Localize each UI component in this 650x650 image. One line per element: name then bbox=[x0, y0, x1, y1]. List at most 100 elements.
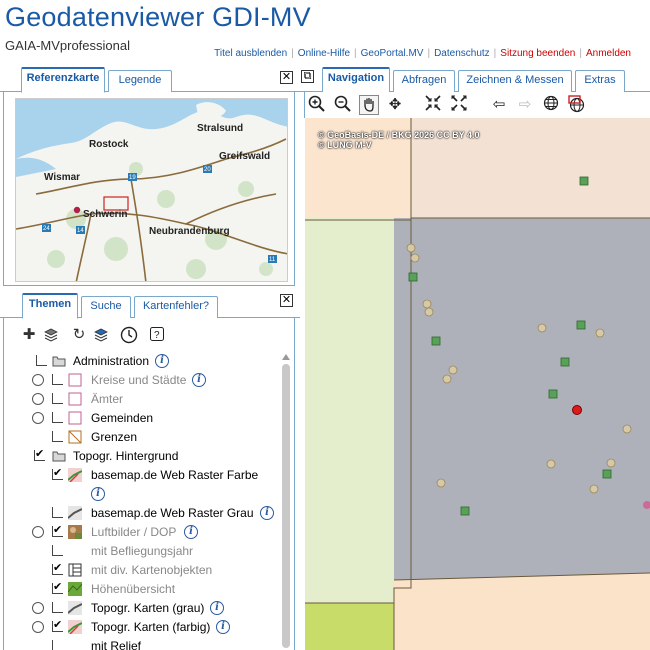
folder-icon[interactable] bbox=[52, 354, 66, 368]
help-icon[interactable]: ? bbox=[148, 326, 166, 344]
refresh-icon[interactable]: ↻ bbox=[70, 326, 88, 344]
layer-label[interactable]: Topogr. Karten (grau) bbox=[91, 599, 204, 617]
layer-label[interactable]: Grenzen bbox=[91, 428, 137, 446]
link-hide-title[interactable]: Titel ausblenden bbox=[214, 48, 287, 59]
map-objects-icon bbox=[68, 563, 82, 577]
pan-hand-icon[interactable] bbox=[359, 95, 379, 115]
folder-icon[interactable] bbox=[52, 449, 66, 463]
globe-frame-icon[interactable] bbox=[567, 95, 587, 115]
layer-checkbox[interactable] bbox=[36, 355, 47, 366]
close-icon[interactable]: ✕ bbox=[280, 71, 293, 84]
scroll-up-icon[interactable] bbox=[282, 354, 290, 360]
layer-row: ✔ basemap.de Web Raster Farbe bbox=[4, 466, 276, 485]
link-geoportal[interactable]: GeoPortal.MV bbox=[361, 48, 424, 59]
layer-label[interactable]: Luftbilder / DOP bbox=[91, 523, 176, 541]
info-icon[interactable]: i bbox=[91, 487, 105, 501]
layer-row: mit Relief bbox=[4, 637, 276, 650]
info-icon[interactable]: i bbox=[155, 354, 169, 368]
topo-grey-icon bbox=[67, 601, 83, 615]
layer-row: mit Befliegungsjahr bbox=[4, 542, 276, 561]
layer-row: ✔ Topogr. Karten (farbig) i bbox=[4, 618, 276, 637]
layer-checkbox[interactable]: ✔ bbox=[34, 449, 45, 461]
layer-label[interactable]: Topogr. Karten (farbig) bbox=[91, 618, 210, 636]
layer-label[interactable]: Ämter bbox=[91, 390, 123, 408]
layer-checkbox[interactable]: ✔ bbox=[52, 468, 63, 480]
link-online-help[interactable]: Online-Hilfe bbox=[298, 48, 350, 59]
info-icon[interactable]: i bbox=[192, 373, 206, 387]
zoom-full-icon[interactable] bbox=[423, 95, 443, 115]
tab-navigation[interactable]: Navigation bbox=[322, 67, 390, 93]
globe-icon[interactable] bbox=[541, 95, 561, 115]
layer-label[interactable]: Topogr. Hintergrund bbox=[73, 447, 178, 465]
layer-radio[interactable] bbox=[32, 621, 44, 633]
layer-checkbox[interactable]: ✔ bbox=[52, 525, 63, 537]
add-layer-icon[interactable]: ✚ bbox=[20, 326, 38, 344]
layers-icon[interactable] bbox=[42, 326, 60, 344]
move-arrows-icon[interactable]: ✥ bbox=[385, 95, 405, 115]
layer-checkbox[interactable] bbox=[52, 545, 63, 556]
layer-label[interactable]: Kreise und Städte bbox=[91, 371, 186, 389]
layer-label[interactable]: mit Befliegungsjahr bbox=[91, 542, 193, 560]
layer-checkbox[interactable] bbox=[52, 602, 63, 613]
link-login[interactable]: Anmelden bbox=[586, 48, 631, 59]
zoom-in-icon[interactable] bbox=[307, 95, 327, 115]
back-arrow-icon[interactable]: ⇦ bbox=[489, 95, 509, 115]
zoom-extent-icon[interactable] bbox=[449, 95, 469, 115]
scroll-thumb[interactable] bbox=[282, 364, 290, 648]
layer-label[interactable]: Gemeinden bbox=[91, 409, 153, 427]
header: Geodatenviewer GDI-MV GAIA-MVprofessiona… bbox=[0, 0, 650, 64]
layer-checkbox[interactable] bbox=[52, 393, 63, 404]
layer-label[interactable]: Höhenübersicht bbox=[91, 580, 175, 598]
road-shield: 20 bbox=[204, 167, 211, 173]
layer-checkbox[interactable] bbox=[52, 431, 63, 442]
layer-row: ✔ Luftbilder / DOP i bbox=[4, 523, 276, 542]
tab-suche[interactable]: Suche bbox=[81, 296, 131, 318]
close-icon[interactable]: ✕ bbox=[280, 294, 293, 307]
tab-themen[interactable]: Themen bbox=[22, 293, 78, 319]
info-icon[interactable]: i bbox=[184, 525, 198, 539]
info-icon[interactable]: i bbox=[210, 601, 224, 615]
info-icon[interactable]: i bbox=[260, 506, 274, 520]
layer-checkbox[interactable]: ✔ bbox=[52, 620, 63, 632]
tab-abfragen[interactable]: Abfragen bbox=[393, 70, 455, 92]
layer-label[interactable]: basemap.de Web Raster Grau bbox=[91, 504, 254, 522]
app-title: Geodatenviewer GDI-MV bbox=[5, 2, 311, 32]
restore-icon[interactable]: ⧉ bbox=[301, 70, 314, 83]
reference-map[interactable]: Stralsund Rostock Greifswald Wismar Schw… bbox=[15, 98, 288, 282]
main-map[interactable]: © GeoBasis-DE / BKG 2026 CC BY 4.0 © LUN… bbox=[305, 118, 650, 650]
layer-radio[interactable] bbox=[32, 393, 44, 405]
tab-referenzkarte[interactable]: Referenzkarte bbox=[21, 67, 105, 93]
layer-radio[interactable] bbox=[32, 412, 44, 424]
zoom-out-icon[interactable] bbox=[333, 95, 353, 115]
layer-checkbox[interactable] bbox=[52, 412, 63, 423]
layer-radio[interactable] bbox=[32, 602, 44, 614]
layer-label[interactable]: mit div. Kartenobjekten bbox=[91, 561, 212, 579]
link-end-session[interactable]: Sitzung beenden bbox=[500, 48, 575, 59]
layer-checkbox[interactable] bbox=[52, 374, 63, 385]
layers-stack-icon[interactable] bbox=[92, 326, 110, 344]
link-privacy[interactable]: Datenschutz bbox=[434, 48, 490, 59]
left-column: Referenzkarte Legende ✕ Stralsund Rostoc… bbox=[0, 64, 300, 650]
tab-kartenfehler[interactable]: Kartenfehler? bbox=[134, 296, 218, 318]
info-icon[interactable]: i bbox=[216, 620, 230, 634]
layer-checkbox[interactable]: ✔ bbox=[52, 563, 63, 575]
tab-legende[interactable]: Legende bbox=[108, 70, 172, 92]
layer-radio[interactable] bbox=[32, 374, 44, 386]
layer-checkbox[interactable]: ✔ bbox=[52, 582, 63, 594]
city-label: Wismar bbox=[44, 172, 80, 183]
tab-zeichnen-messen[interactable]: Zeichnen & Messen bbox=[458, 70, 572, 92]
aerial-photo-icon bbox=[68, 525, 82, 539]
forward-arrow-icon[interactable]: ⇨ bbox=[515, 95, 535, 115]
layer-row: Topogr. Karten (grau) i bbox=[4, 599, 276, 618]
layer-label[interactable]: basemap.de Web Raster Farbe bbox=[91, 466, 258, 484]
city-label: Neubrandenburg bbox=[149, 226, 230, 237]
clock-icon[interactable] bbox=[120, 326, 138, 344]
tab-extras[interactable]: Extras bbox=[575, 70, 625, 92]
app-window: Geodatenviewer GDI-MV GAIA-MVprofessiona… bbox=[0, 0, 650, 650]
layer-radio[interactable] bbox=[32, 526, 44, 538]
layer-label[interactable]: mit Relief bbox=[91, 637, 141, 650]
layer-checkbox[interactable] bbox=[52, 507, 63, 518]
tree-scrollbar[interactable] bbox=[280, 354, 292, 650]
layer-label[interactable]: Administration bbox=[73, 352, 149, 370]
layer-checkbox[interactable] bbox=[52, 640, 63, 650]
